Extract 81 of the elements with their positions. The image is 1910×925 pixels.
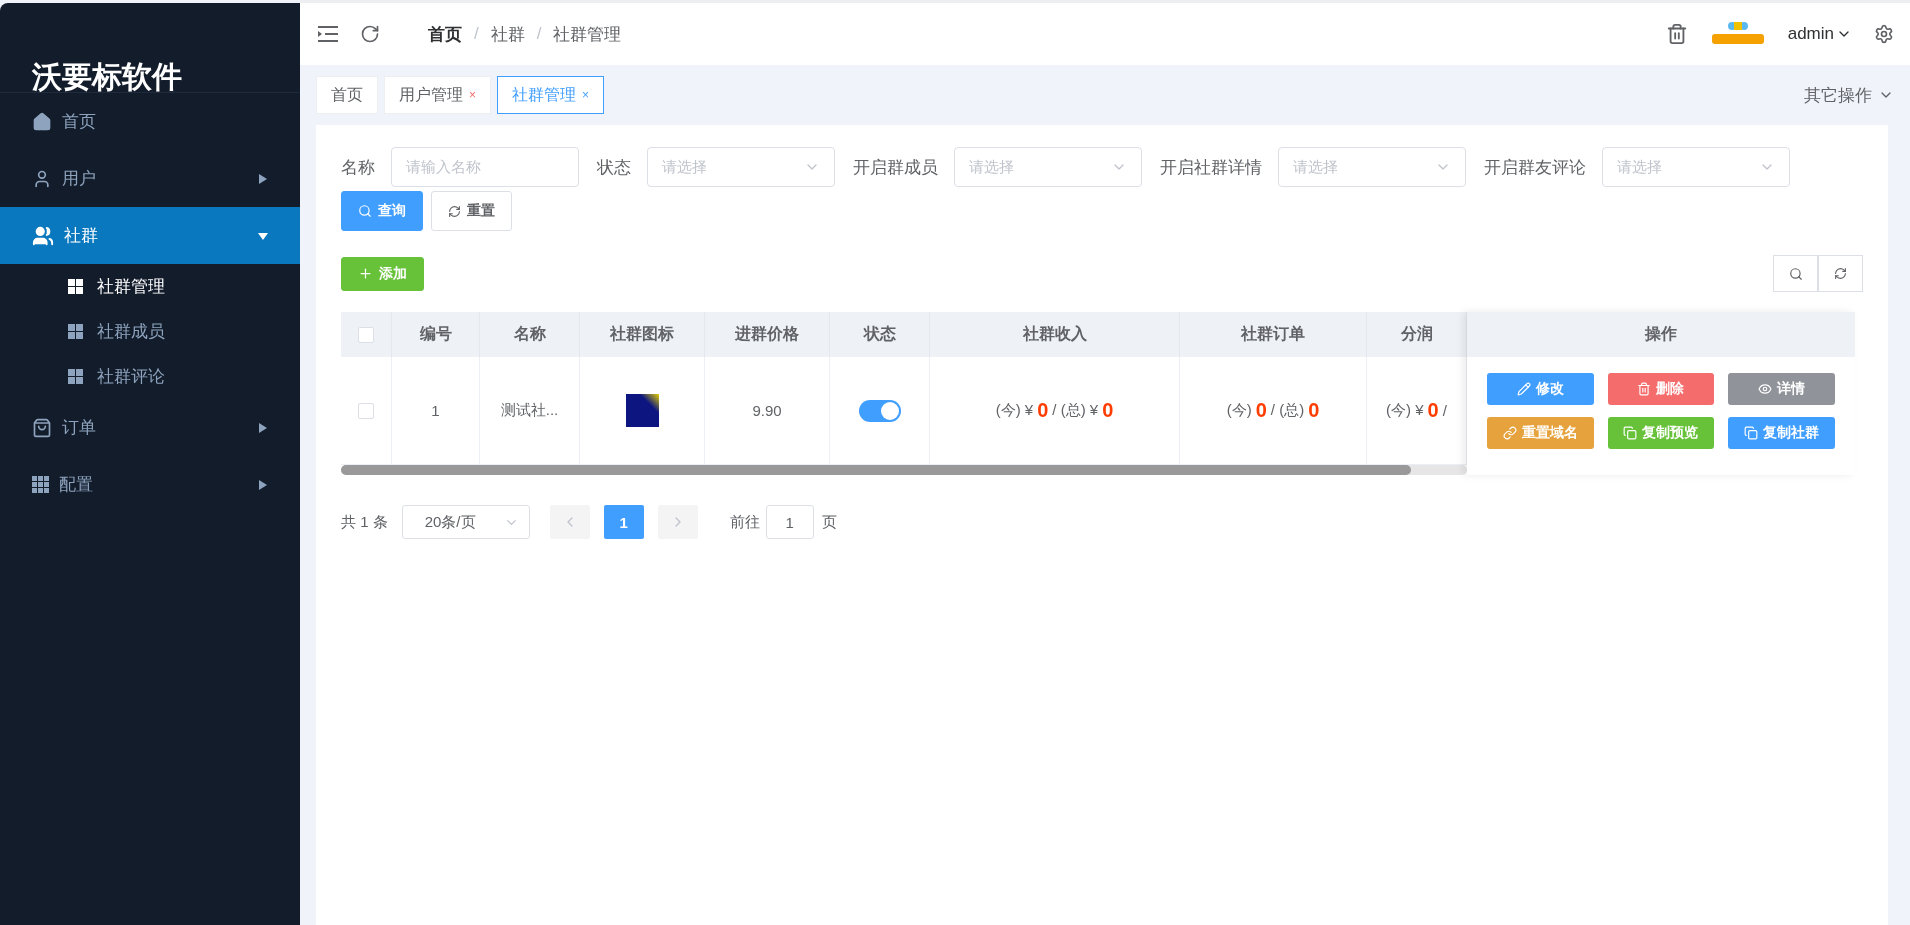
total-count: 共 1 条: [341, 512, 388, 532]
column-header: 社群图标: [580, 312, 705, 357]
tab-close[interactable]: ×: [582, 88, 590, 102]
refresh-icon: [1834, 267, 1847, 280]
page-button[interactable]: 1: [603, 505, 644, 539]
sidebar-subitem[interactable]: 社群管理: [0, 264, 300, 309]
menu-fold-icon[interactable]: [318, 26, 338, 42]
breadcrumb-item[interactable]: 社群: [490, 22, 525, 46]
settings-icon[interactable]: [1874, 24, 1894, 44]
row-checkbox[interactable]: [358, 402, 374, 419]
refresh-button[interactable]: [1818, 255, 1863, 292]
caret-icon: [258, 421, 268, 434]
search-button[interactable]: 查询: [341, 191, 423, 231]
reset-button[interactable]: 重置: [431, 191, 512, 231]
goto-input[interactable]: 1: [765, 505, 814, 539]
action-button[interactable]: 复制社群: [1728, 417, 1835, 449]
action-button[interactable]: 删除: [1607, 373, 1715, 405]
select-all-checkbox[interactable]: [358, 326, 374, 343]
grid-icon: [68, 369, 83, 384]
sidebar-subitem[interactable]: 社群成员: [0, 309, 300, 354]
sidebar-item[interactable]: 用户: [0, 150, 300, 207]
tab-label: 用户管理: [399, 84, 463, 105]
home-icon: [32, 111, 52, 132]
refresh-icon[interactable]: [360, 24, 380, 44]
copy-icon: [1744, 426, 1759, 440]
group-image-placeholder: [625, 394, 659, 427]
breadcrumb-item[interactable]: 首页: [428, 22, 462, 46]
filter-label: 开启群成员: [853, 156, 938, 179]
page-tab[interactable]: 首页: [316, 76, 378, 114]
trash-icon: [1637, 382, 1652, 396]
page-size-select[interactable]: 20条/页: [401, 505, 530, 539]
column-header: 操作: [1467, 312, 1855, 357]
users-icon: [32, 224, 54, 247]
sidebar-subitem[interactable]: 社群评论: [0, 354, 300, 399]
action-button[interactable]: 修改: [1487, 373, 1594, 405]
pencil-icon: [1516, 382, 1531, 396]
column-header: 社群订单: [1180, 312, 1367, 357]
column-header: 社群收入: [930, 312, 1180, 357]
breadcrumb-separator: /: [536, 24, 542, 44]
trash-icon[interactable]: [1665, 23, 1688, 45]
action-button[interactable]: 详情: [1728, 373, 1835, 405]
grid-icon: [68, 324, 83, 339]
filter-label: 开启社群详情: [1160, 156, 1262, 179]
caret-icon: [258, 478, 268, 491]
filter-label: 名称: [341, 156, 375, 179]
user-menu[interactable]: admin: [1787, 24, 1852, 44]
column-header: 编号: [392, 312, 480, 357]
tab-label: 社群管理: [512, 84, 576, 105]
sidebar-item[interactable]: 首页: [0, 93, 300, 150]
tab-close[interactable]: ×: [469, 88, 476, 102]
link-icon: [1502, 426, 1517, 440]
column-header: 状态: [830, 312, 930, 357]
sidebar-item[interactable]: 配置: [0, 456, 300, 513]
breadcrumb-item[interactable]: 社群管理: [553, 22, 622, 46]
filter-label: 开启群友评论: [1484, 156, 1586, 179]
copy-icon: [1623, 426, 1638, 440]
status-switch[interactable]: [858, 399, 901, 422]
search-button[interactable]: [1773, 255, 1818, 292]
other-actions-menu[interactable]: 其它操作: [1804, 83, 1894, 107]
sidebar-item[interactable]: 社群: [0, 207, 300, 264]
bag-icon: [32, 417, 52, 438]
filter-label: 状态: [597, 156, 631, 179]
page-suffix: 页: [821, 512, 837, 532]
user-icon: [32, 168, 52, 189]
grid-icon: [68, 279, 83, 294]
goto-label: 前往: [729, 512, 760, 532]
breadcrumb-separator: /: [474, 24, 479, 44]
tab-label: 首页: [331, 84, 363, 105]
plus-icon: [358, 266, 373, 281]
column-header: 分润: [1367, 312, 1467, 357]
refresh-icon: [448, 204, 461, 218]
page-tab[interactable]: 社群管理 ×: [497, 76, 605, 114]
sidebar-item[interactable]: 订单: [0, 399, 300, 456]
caret-icon: [258, 172, 268, 185]
eye-icon: [1758, 382, 1773, 396]
search-icon: [358, 204, 372, 218]
column-header: 进群价格: [705, 312, 830, 357]
search-icon: [1788, 266, 1803, 281]
grid-icon: [32, 476, 49, 493]
page-tab[interactable]: 用户管理 ×: [384, 76, 491, 114]
column-header: 名称: [480, 312, 580, 357]
